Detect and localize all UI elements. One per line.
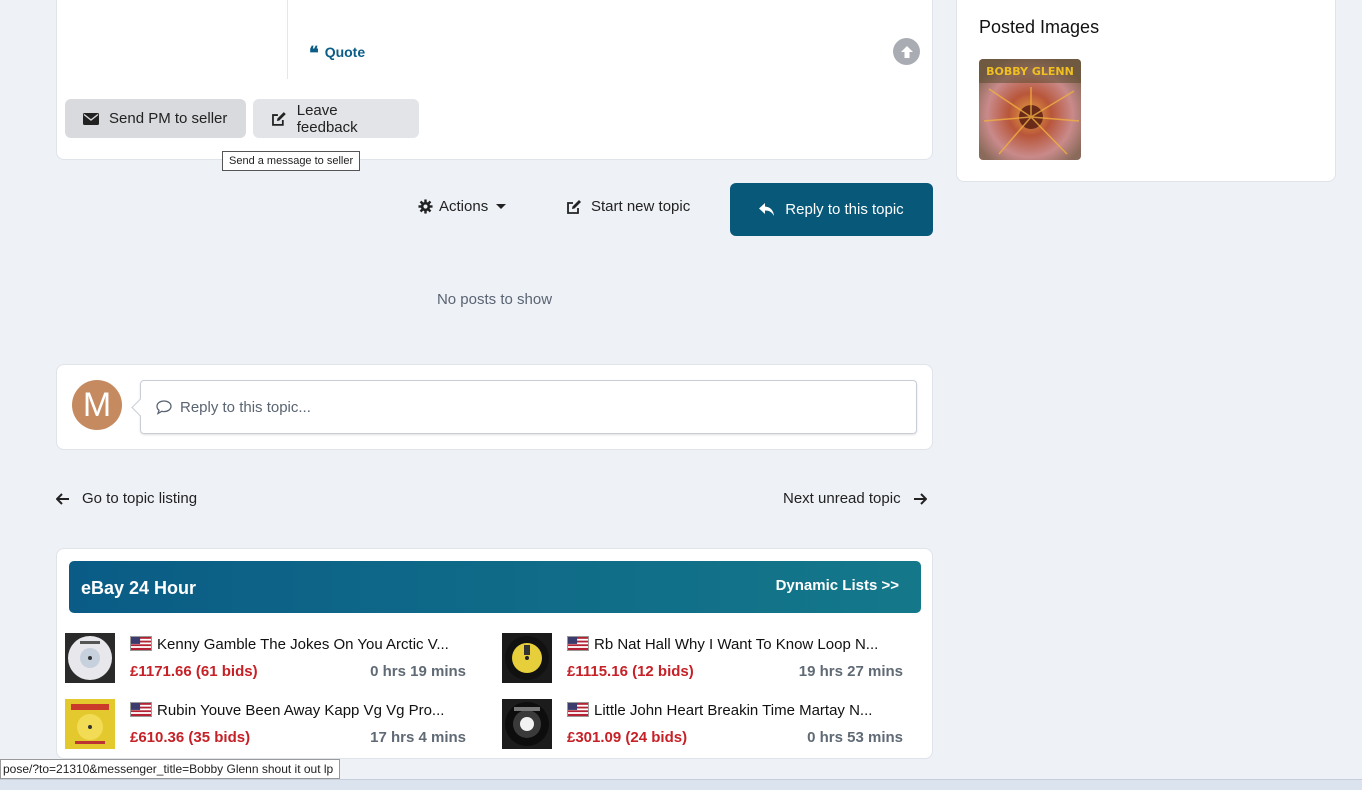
posted-images-title: Posted Images [979,17,1100,37]
ebay-listing[interactable]: Rubin Youve Been Away Kapp Vg Vg Pro... … [65,699,469,751]
listing-title[interactable]: Kenny Gamble The Jokes On You Arctic V..… [157,636,469,653]
comment-icon [156,399,172,415]
send-pm-button[interactable]: Send PM to seller [65,99,246,138]
reply-to-topic-label: Reply to this topic [785,201,904,218]
listing-time-left: 19 hrs 27 mins [798,663,903,680]
go-to-topic-listing-label: Go to topic listing [82,490,198,507]
start-new-topic-label: Start new topic [591,198,691,215]
start-new-topic-button[interactable]: Start new topic [566,198,690,215]
gear-icon [418,199,433,214]
quote-icon: ❝ [309,43,319,64]
ebay-listing[interactable]: Rb Nat Hall Why I Want To Know Loop N...… [502,633,906,685]
reply-to-topic-button[interactable]: Reply to this topic [730,183,933,236]
edit-icon [567,199,581,214]
taskbar [0,779,1362,790]
listing-thumbnail[interactable] [65,633,115,683]
arrow-up-icon [900,45,913,58]
listing-price: £1115.16 (12 bids) [567,663,694,680]
us-flag-icon [130,636,152,651]
post-divider [287,0,288,79]
go-to-topic-listing-link[interactable]: Go to topic listing [56,490,197,507]
next-unread-topic-link[interactable]: Next unread topic [783,490,927,507]
arrow-right-icon [913,492,927,505]
listing-price: £610.36 (35 bids) [130,729,251,746]
us-flag-icon [567,702,589,717]
listing-title[interactable]: Rubin Youve Been Away Kapp Vg Vg Pro... [157,702,469,719]
posted-images-card: Posted Images BOBBY GLENN [956,0,1336,182]
quick-reply-card: M Reply to this topic... [56,364,933,450]
listing-thumbnail[interactable] [502,633,552,683]
quote-button[interactable]: ❝ Quote [309,43,366,64]
us-flag-icon [130,702,152,717]
posted-image-thumbnail[interactable]: BOBBY GLENN [979,59,1081,160]
tooltip: Send a message to seller [222,151,361,171]
actions-label: Actions [439,198,489,215]
listing-time-left: 0 hrs 53 mins [807,729,903,746]
listing-time-left: 17 hrs 4 mins [370,729,466,746]
ebay-widget: eBay 24 Hour Dynamic Lists >> Kenny Gamb… [56,548,933,759]
listing-thumbnail[interactable] [502,699,552,749]
ebay-header: eBay 24 Hour Dynamic Lists >> [69,561,921,613]
listing-time-left: 0 hrs 19 mins [370,663,466,680]
avatar[interactable]: M [72,380,122,430]
post-card: ❝ Quote Send PM to seller Leave feedback [56,0,933,160]
arrow-left-icon [56,492,69,505]
listing-title[interactable]: Little John Heart Breakin Time Martay N.… [594,702,906,719]
no-posts-message: No posts to show [436,291,553,308]
leave-feedback-button[interactable]: Leave feedback [253,99,419,138]
ebay-listing[interactable]: Kenny Gamble The Jokes On You Arctic V..… [65,633,469,685]
reply-input[interactable]: Reply to this topic... [140,380,917,434]
actions-dropdown[interactable]: Actions [418,198,507,215]
ebay-listing[interactable]: Little John Heart Breakin Time Martay N.… [502,699,906,751]
status-bar-url: pose/?to=21310&messenger_title=Bobby Gle… [0,759,341,779]
reply-icon [759,202,775,216]
listing-price: £301.09 (24 bids) [567,729,688,746]
listing-thumbnail[interactable] [65,699,115,749]
listing-title[interactable]: Rb Nat Hall Why I Want To Know Loop N... [594,636,906,653]
reply-placeholder: Reply to this topic... [180,398,311,416]
listing-price: £1171.66 (61 bids) [130,663,258,680]
ebay-title: eBay 24 Hour [81,578,197,598]
next-unread-topic-label: Next unread topic [783,490,901,507]
caret-down-icon [496,203,507,209]
envelope-icon [83,112,99,125]
edit-icon [272,111,286,126]
us-flag-icon [567,636,589,651]
send-pm-label: Send PM to seller [109,110,228,127]
leave-feedback-label: Leave feedback [296,101,358,136]
scroll-to-top-button[interactable] [893,38,920,65]
posted-image-caption: BOBBY GLENN [986,65,1074,78]
quote-label: Quote [324,44,366,60]
dynamic-lists-link[interactable]: Dynamic Lists >> [776,577,899,594]
